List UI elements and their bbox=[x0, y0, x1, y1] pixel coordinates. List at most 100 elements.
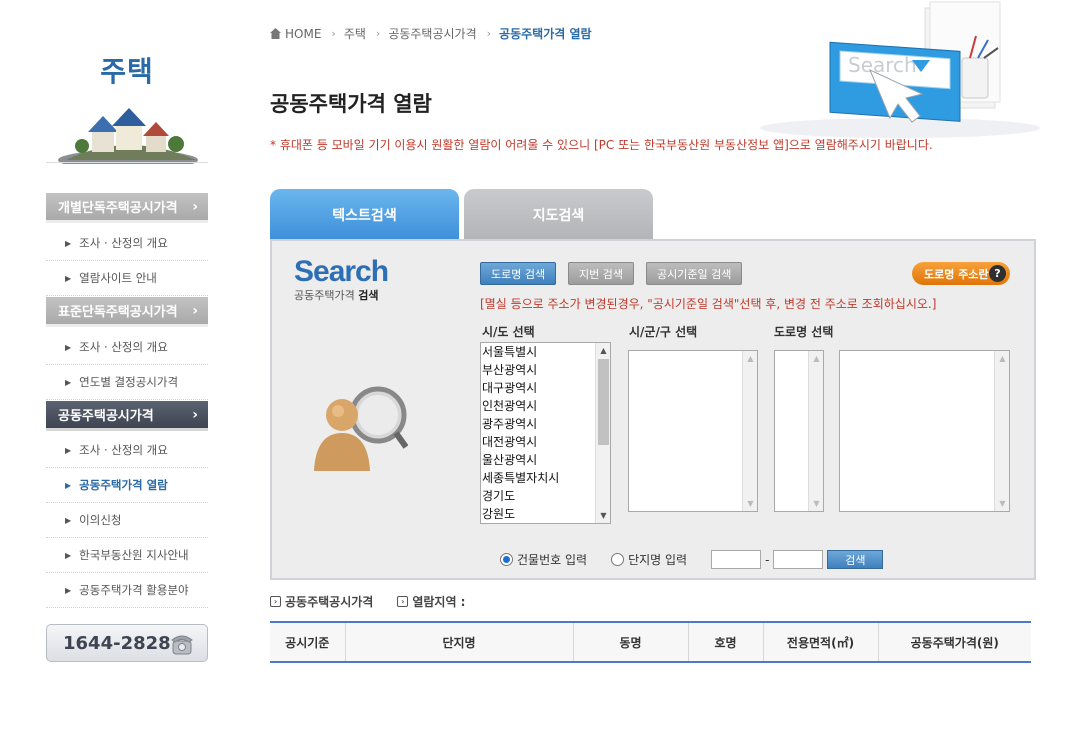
sido-option[interactable]: 대구광역시 bbox=[481, 379, 610, 397]
column-header: 호명 bbox=[688, 621, 764, 663]
page-title: 공동주택가격 열람 bbox=[270, 92, 432, 116]
column-header: 동명 bbox=[573, 621, 689, 663]
notice-date-search-button[interactable]: 공시기준일 검색 bbox=[646, 262, 743, 285]
sido-option[interactable]: 울산광역시 bbox=[481, 451, 610, 469]
breadcrumb-current: 공동주택가격 열람 bbox=[499, 27, 592, 41]
bullet-icon: ▶ bbox=[65, 342, 72, 352]
bullet-icon: ▶ bbox=[65, 585, 72, 595]
sido-option[interactable]: 부산광역시 bbox=[481, 361, 610, 379]
sido-label: 시/도 선택 bbox=[482, 325, 535, 339]
road-name-scrollbar[interactable]: ▲ ▼ bbox=[994, 351, 1009, 511]
building-number-radio[interactable] bbox=[500, 553, 513, 566]
complex-name-radio[interactable] bbox=[611, 553, 625, 566]
submenu-label: 조사 · 산정의 개요 bbox=[79, 236, 168, 250]
scroll-thumb[interactable] bbox=[598, 359, 609, 445]
submenu-label: 열람사이트 안내 bbox=[79, 271, 157, 285]
results-table: 공시기준 단지명 동명 호명 전용면적(㎡) 공동주택가격(원) bbox=[270, 621, 1031, 663]
sidebar-title: 주택 bbox=[100, 55, 154, 88]
sido-option[interactable]: 인천광역시 bbox=[481, 397, 610, 415]
banner-search-word: Search bbox=[848, 53, 917, 77]
bullet-icon: ▶ bbox=[65, 273, 72, 283]
submenu-apartment-overview[interactable]: ▶ 조사 · 산정의 개요 bbox=[46, 433, 208, 468]
results-heading-price: › 공동주택공시가격 bbox=[270, 593, 373, 610]
search-button[interactable]: 검색 bbox=[827, 550, 884, 569]
sido-option[interactable]: 서울특별시 bbox=[481, 343, 610, 361]
submenu-standard-overview[interactable]: ▶ 조사 · 산정의 개요 bbox=[46, 330, 208, 365]
breadcrumb-item[interactable]: 공동주택공시가격 bbox=[388, 25, 476, 42]
submenu-label: 조사 · 산정의 개요 bbox=[79, 340, 168, 354]
scroll-down-icon[interactable]: ▼ bbox=[743, 496, 757, 511]
results-heading-region: › 열람지역 : bbox=[397, 593, 465, 610]
menu-label: 공동주택공시가격 bbox=[58, 409, 154, 424]
sido-select[interactable]: 서울특별시 부산광역시 대구광역시 인천광역시 광주광역시 대전광역시 울산광역… bbox=[480, 342, 611, 524]
menu-standard-house[interactable]: 표준단독주택공시가격 › bbox=[46, 297, 208, 327]
column-header: 단지명 bbox=[345, 621, 574, 663]
scroll-up-icon[interactable]: ▲ bbox=[995, 351, 1009, 366]
scroll-down-icon[interactable]: ▼ bbox=[995, 496, 1009, 511]
menu-individual-house[interactable]: 개별단독주택공시가격 › bbox=[46, 193, 208, 223]
bullet-icon: ▶ bbox=[65, 480, 72, 490]
menu-label: 표준단독주택공시가격 bbox=[58, 305, 178, 320]
scroll-down-icon[interactable]: ▼ bbox=[809, 496, 823, 511]
sido-option[interactable]: 대전광역시 bbox=[481, 433, 610, 451]
building-main-number-input[interactable] bbox=[711, 550, 762, 569]
sido-option[interactable]: 세종특별자치시 bbox=[481, 469, 610, 487]
chevron-right-icon: › bbox=[192, 302, 198, 319]
sigungu-label: 시/군/구 선택 bbox=[629, 325, 698, 339]
breadcrumb-item[interactable]: 주택 bbox=[344, 25, 366, 42]
submenu-individual-overview[interactable]: ▶ 조사 · 산정의 개요 bbox=[46, 226, 208, 261]
bullet-icon: ▶ bbox=[65, 445, 72, 455]
home-icon bbox=[270, 28, 281, 39]
table-header-row: 공시기준 단지명 동명 호명 전용면적(㎡) 공동주택가격(원) bbox=[270, 621, 1031, 663]
submenu-label: 공동주택가격 열람 bbox=[79, 478, 168, 492]
address-change-hint: [멸실 등으로 주소가 변경된경우, "공시기준일 검색"선택 후, 변경 전 … bbox=[480, 297, 937, 311]
sido-option[interactable]: 광주광역시 bbox=[481, 415, 610, 433]
road-initial-select[interactable]: ▲ ▼ bbox=[774, 350, 824, 512]
bullet-icon: ▶ bbox=[65, 238, 72, 248]
search-logo-subtitle: 공동주택가격 검색 bbox=[294, 289, 379, 302]
results-heading-label: 공동주택공시가격 bbox=[285, 595, 374, 609]
submenu-apartment-usage[interactable]: ▶ 공동주택가격 활용분야 bbox=[46, 573, 208, 608]
results-heading-label: 열람지역 : bbox=[412, 595, 466, 609]
road-initial-scrollbar[interactable]: ▲ ▼ bbox=[808, 351, 823, 511]
submenu-standard-yearly[interactable]: ▶ 연도별 결정공시가격 bbox=[46, 365, 208, 400]
scroll-up-icon[interactable]: ▲ bbox=[596, 343, 610, 358]
houses-illustration bbox=[58, 108, 198, 164]
road-address-label: 도로명 주소란 bbox=[924, 267, 989, 281]
question-icon: ? bbox=[989, 265, 1006, 282]
sidebar-divider bbox=[46, 162, 208, 163]
sido-scrollbar[interactable]: ▲ ▼ bbox=[595, 343, 610, 523]
tab-map-search[interactable]: 지도검색 bbox=[464, 189, 653, 240]
road-name-select[interactable]: ▲ ▼ bbox=[839, 350, 1010, 512]
building-sub-number-input[interactable] bbox=[773, 550, 824, 569]
breadcrumb-home[interactable]: HOME bbox=[285, 27, 321, 41]
tab-text-search[interactable]: 텍스트검색 bbox=[270, 189, 459, 240]
menu-apartment[interactable]: 공동주택공시가격 › bbox=[46, 401, 208, 431]
search-logo: Search 공동주택가격 검색 bbox=[294, 255, 389, 303]
number-dash: - bbox=[765, 552, 770, 567]
sido-option[interactable]: 경기도 bbox=[481, 487, 610, 505]
sigungu-scrollbar[interactable]: ▲ ▼ bbox=[742, 351, 757, 511]
scroll-down-icon[interactable]: ▼ bbox=[596, 508, 610, 523]
submenu-individual-site[interactable]: ▶ 열람사이트 안내 bbox=[46, 261, 208, 296]
submenu-apartment-objection[interactable]: ▶ 이의신청 bbox=[46, 503, 208, 538]
road-name-search-button[interactable]: 도로명 검색 bbox=[480, 262, 557, 285]
road-address-button[interactable]: 도로명 주소란 ? bbox=[912, 262, 1010, 285]
complex-name-label[interactable]: 단지명 입력 bbox=[628, 551, 687, 568]
submenu-apartment-branches[interactable]: ▶ 한국부동산원 지사안내 bbox=[46, 538, 208, 573]
column-header: 공시기준 bbox=[270, 621, 346, 663]
submenu-apartment-price-view[interactable]: ▶ 공동주택가격 열람 bbox=[46, 468, 208, 503]
sigungu-select[interactable]: ▲ ▼ bbox=[628, 350, 758, 512]
sido-option[interactable]: 강원도 bbox=[481, 505, 610, 523]
scroll-up-icon[interactable]: ▲ bbox=[809, 351, 823, 366]
search-banner-illustration: Search bbox=[760, 1, 1040, 138]
lot-number-search-button[interactable]: 지번 검색 bbox=[568, 262, 634, 285]
bullet-icon: ▶ bbox=[65, 377, 72, 387]
scroll-up-icon[interactable]: ▲ bbox=[743, 351, 757, 366]
arrow-right-icon: › bbox=[397, 596, 409, 607]
building-number-label[interactable]: 건물번호 입력 bbox=[517, 551, 587, 568]
column-header: 공동주택가격(원) bbox=[878, 621, 1031, 663]
arrow-right-icon: › bbox=[270, 596, 281, 607]
submenu-label: 이의신청 bbox=[79, 513, 122, 527]
breadcrumb: HOME › 주택 › 공동주택공시가격 › 공동주택가격 열람 bbox=[270, 25, 592, 42]
